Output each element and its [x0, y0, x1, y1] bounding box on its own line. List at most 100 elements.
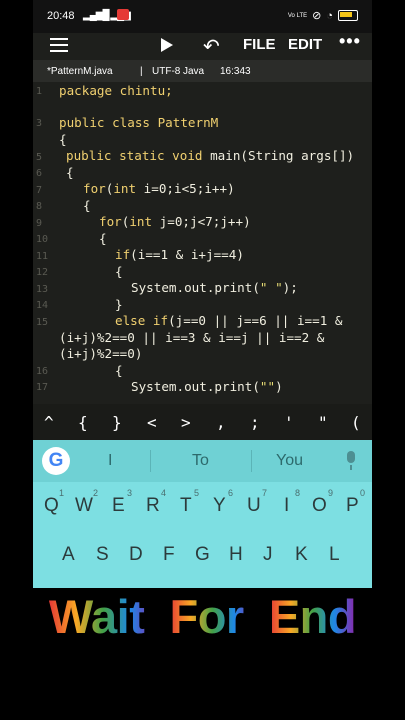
suggestion-strip: G I To You: [33, 440, 372, 482]
symbol-key[interactable]: {: [78, 413, 88, 432]
line-number: 11: [36, 251, 49, 262]
key-u[interactable]: U: [247, 495, 261, 517]
line-number: 13: [36, 284, 49, 295]
code-line: {: [99, 231, 107, 246]
key-hint: 9: [328, 488, 334, 498]
code-line: {: [115, 264, 123, 279]
line-number: 7: [36, 185, 43, 196]
banner-word-for: For: [169, 586, 256, 648]
symbol-key[interactable]: ;: [250, 413, 260, 432]
line-number: 9: [36, 218, 43, 229]
menu-icon[interactable]: [50, 38, 68, 52]
key-d[interactable]: D: [129, 544, 143, 566]
symbol-key[interactable]: ': [284, 413, 294, 432]
battery-icon: [338, 10, 358, 21]
line-number: 12: [36, 267, 49, 278]
suggestion-left[interactable]: I: [108, 452, 112, 470]
code-line: for(int j=0;j<7;j++): [99, 214, 251, 229]
symbol-key[interactable]: <: [147, 413, 157, 432]
key-hint: 6: [228, 488, 234, 498]
key-hint: 0: [360, 488, 366, 498]
code-editor[interactable]: 1 3 5 6 7 8 9 10 11 12 13 14 15 16 17 pa…: [33, 82, 372, 404]
key-g[interactable]: G: [195, 544, 210, 566]
line-number: 8: [36, 201, 43, 212]
code-line: {: [115, 363, 123, 378]
edit-menu-button[interactable]: EDIT: [288, 36, 322, 53]
suggestion-right[interactable]: You: [276, 452, 303, 470]
line-number: 10: [36, 234, 49, 245]
editor-toolbar: ↶ FILE EDIT •••: [33, 31, 372, 60]
key-k[interactable]: K: [295, 544, 308, 566]
line-number: 17: [36, 382, 49, 393]
code-line: if(i==1 & i+j==4): [115, 247, 244, 262]
code-line: System.out.print(""): [131, 379, 283, 394]
code-line: public class PatternM: [59, 115, 219, 130]
line-number: 5: [36, 152, 43, 163]
file-tab-bar: *PatternM.java | UTF-8 Java 16:343: [33, 60, 372, 82]
code-line: public static void main(String args[]): [66, 148, 355, 163]
file-tab[interactable]: *PatternM.java: [47, 66, 113, 77]
volte-label: Vo LTE: [287, 12, 308, 19]
key-h[interactable]: H: [229, 544, 243, 566]
key-hint: 1: [59, 488, 65, 498]
status-icons: Vo LTE ⊘ ◔: [288, 9, 358, 22]
more-options-icon[interactable]: •••: [339, 31, 361, 52]
undo-icon[interactable]: ↶: [203, 34, 220, 59]
wifi-icon: ◔: [326, 9, 333, 22]
key-hint: 5: [194, 488, 200, 498]
key-r[interactable]: R: [146, 495, 160, 517]
google-logo-icon[interactable]: G: [42, 447, 70, 475]
key-t[interactable]: T: [180, 495, 192, 517]
line-number: 1: [36, 86, 43, 97]
suggestion-divider: [150, 450, 151, 472]
code-line: package chintu;: [59, 83, 173, 98]
wait-for-end-banner: Wait For End: [0, 586, 405, 648]
key-hint: 2: [93, 488, 99, 498]
symbol-bar: ^ { } < > , ; ' " (: [33, 404, 372, 440]
notification-badge-icon: [117, 9, 129, 20]
key-l[interactable]: L: [329, 544, 340, 566]
file-menu-button[interactable]: FILE: [243, 36, 276, 53]
code-line: System.out.print(" ");: [131, 280, 298, 295]
code-line: }: [115, 297, 123, 312]
run-play-icon[interactable]: [161, 38, 173, 52]
banner-word-wait: Wait: [49, 586, 157, 648]
key-y[interactable]: Y: [213, 495, 226, 517]
code-line-wrapped: (i+j)%2==0 || i==3 & i==j || i==2 &: [59, 330, 325, 345]
line-number: 6: [36, 168, 43, 179]
symbol-key[interactable]: }: [112, 413, 122, 432]
microphone-icon[interactable]: [347, 451, 355, 470]
key-q[interactable]: Q: [44, 495, 59, 517]
code-line-wrapped: (i+j)%2==0): [59, 346, 143, 361]
code-line: {: [66, 165, 74, 180]
code-line: {: [59, 132, 67, 147]
key-p[interactable]: P: [346, 495, 359, 517]
tab-separator: |: [140, 66, 143, 77]
symbol-key[interactable]: >: [181, 413, 191, 432]
key-i[interactable]: I: [284, 495, 289, 517]
suggestion-middle[interactable]: To: [192, 452, 209, 470]
line-number: 16: [36, 366, 49, 377]
encoding-label: UTF-8: [152, 66, 181, 77]
key-hint: 7: [262, 488, 268, 498]
line-number: 14: [36, 300, 49, 311]
suggestion-divider: [251, 450, 252, 472]
status-time: 20:48: [47, 10, 75, 22]
key-e[interactable]: E: [112, 495, 125, 517]
key-hint: 3: [127, 488, 133, 498]
key-j[interactable]: J: [263, 544, 273, 566]
status-bar: 20:48 ▂▄▆█ ▂▄▆ Vo LTE ⊘ ◔: [33, 0, 372, 33]
key-f[interactable]: F: [163, 544, 175, 566]
line-number-gutter: 1 3 5 6 7 8 9 10 11 12 13 14 15 16 17: [33, 82, 55, 404]
symbol-key[interactable]: ^: [44, 413, 54, 432]
key-o[interactable]: O: [312, 495, 327, 517]
key-w[interactable]: W: [75, 495, 93, 517]
phone-screen: 20:48 ▂▄▆█ ▂▄▆ Vo LTE ⊘ ◔ ↶ FILE EDIT ••…: [33, 0, 372, 588]
key-a[interactable]: A: [62, 544, 75, 566]
symbol-key[interactable]: ,: [216, 413, 226, 432]
symbol-key[interactable]: ": [318, 413, 328, 432]
key-s[interactable]: S: [96, 544, 109, 566]
keyboard: 1 Q 2 W 3 E 4 R 5 T 6 Y 7 U 8 I 9 O 0 P …: [33, 482, 372, 588]
cursor-position: 16:343: [220, 66, 251, 77]
symbol-key[interactable]: (: [351, 413, 361, 432]
